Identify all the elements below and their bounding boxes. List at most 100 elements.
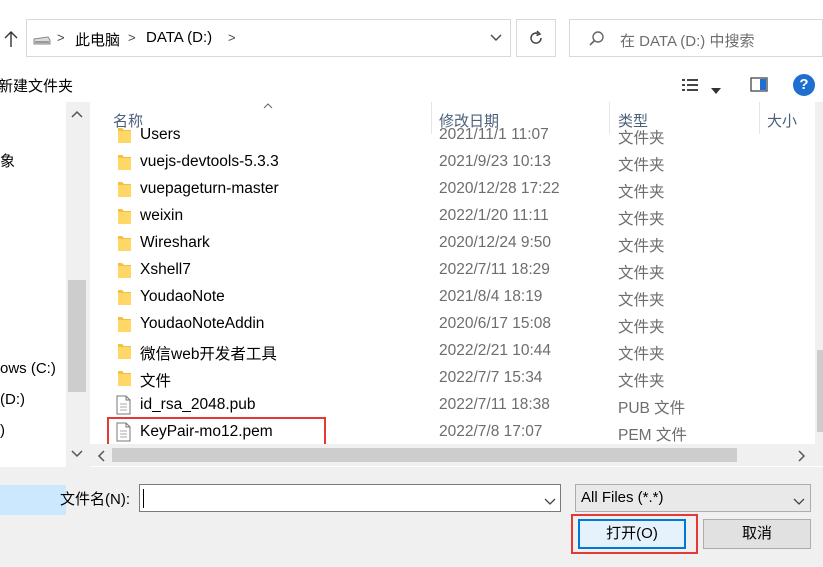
file-type: 文件夹 xyxy=(618,346,665,363)
view-dropdown-icon[interactable] xyxy=(711,81,721,98)
file-date: 2022/2/21 10:44 xyxy=(439,342,552,359)
file-type: 文件夹 xyxy=(618,292,665,309)
file-name: vuejs-devtools-5.3.3 xyxy=(140,153,279,170)
address-box[interactable]: > 此电脑 > DATA (D:) > xyxy=(26,19,511,57)
nav-scroll-thumb[interactable] xyxy=(68,280,86,392)
chevron-right-icon: > xyxy=(57,30,65,45)
scroll-down-icon[interactable] xyxy=(71,450,83,458)
folder-icon xyxy=(118,127,131,143)
file-name: weixin xyxy=(140,207,184,224)
file-type: 文件夹 xyxy=(618,265,665,282)
file-row[interactable]: YoudaoNote 2021/8/4 18:19 文件夹 xyxy=(90,284,823,311)
file-type: 文件夹 xyxy=(618,373,665,390)
refresh-icon xyxy=(530,30,542,44)
folder-icon xyxy=(118,316,131,332)
file-type-filter-value: All Files (*.*) xyxy=(581,489,664,506)
file-name: id_rsa_2048.pub xyxy=(140,396,256,413)
file-row[interactable]: YoudaoNoteAddin 2020/6/17 15:08 文件夹 xyxy=(90,311,823,338)
file-date: 2022/7/7 15:34 xyxy=(439,369,543,386)
file-type: 文件夹 xyxy=(618,157,665,174)
file-type: 文件夹 xyxy=(618,319,665,336)
file-name: 文件 xyxy=(140,373,172,390)
file-row[interactable]: id_rsa_2048.pub 2022/7/11 18:38 PUB 文件 xyxy=(90,392,823,419)
file-name: YoudaoNote xyxy=(140,288,225,305)
file-date: 2020/12/28 17:22 xyxy=(439,180,560,197)
folder-icon xyxy=(118,235,131,251)
nav-item-data-d[interactable]: (D:) xyxy=(0,391,25,408)
file-date: 2021/11/1 11:07 xyxy=(439,126,549,143)
folder-icon xyxy=(118,154,131,170)
file-type: PUB 文件 xyxy=(618,400,686,417)
file-date: 2022/7/8 17:07 xyxy=(439,423,543,440)
file-row[interactable]: 微信web开发者工具 2022/2/21 10:44 文件夹 xyxy=(90,338,823,365)
chevron-down-icon[interactable] xyxy=(490,29,502,46)
nav-item-objects[interactable]: 象 xyxy=(0,150,15,171)
breadcrumb-data-drive[interactable]: DATA (D:) xyxy=(146,29,212,46)
list-vertical-scroll-thumb[interactable] xyxy=(817,350,823,432)
scroll-right-icon[interactable] xyxy=(798,450,806,462)
document-icon xyxy=(116,395,131,419)
chevron-down-icon[interactable] xyxy=(793,493,805,510)
file-name: Xshell7 xyxy=(140,261,191,278)
file-date: 2022/1/20 11:11 xyxy=(439,207,549,224)
file-name: vuepageturn-master xyxy=(140,180,279,197)
file-type-filter[interactable]: All Files (*.*) xyxy=(575,484,811,512)
file-row[interactable]: vuepageturn-master 2020/12/28 17:22 文件夹 xyxy=(90,176,823,203)
scroll-up-icon[interactable] xyxy=(71,110,83,118)
file-date: 2022/7/11 18:38 xyxy=(439,396,550,413)
preview-pane-icon[interactable] xyxy=(750,77,768,97)
nav-item-windows-c[interactable]: ows (C:) xyxy=(0,360,56,377)
search-placeholder: 在 DATA (D:) 中搜索 xyxy=(620,33,755,50)
file-type: 文件夹 xyxy=(618,130,665,147)
file-row[interactable]: 文件 2022/7/7 15:34 文件夹 xyxy=(90,365,823,392)
scroll-left-icon[interactable] xyxy=(97,450,105,462)
chevron-down-icon[interactable] xyxy=(544,493,556,510)
text-caret xyxy=(143,489,144,508)
file-type: 文件夹 xyxy=(618,238,665,255)
chevron-right-icon: > xyxy=(228,30,236,45)
file-type: 文件夹 xyxy=(618,184,665,201)
toolbar: 新建文件夹 ? xyxy=(0,72,823,102)
file-row[interactable]: Users 2021/11/1 11:07 文件夹 xyxy=(90,122,823,149)
file-name: Users xyxy=(140,126,181,143)
file-name: 微信web开发者工具 xyxy=(140,346,277,363)
file-type: 文件夹 xyxy=(618,211,665,228)
help-icon[interactable]: ? xyxy=(793,74,815,96)
file-date: 2020/12/24 9:50 xyxy=(439,234,552,251)
open-button[interactable]: 打开(O) xyxy=(578,519,686,549)
nav-item-drive[interactable]: ) xyxy=(0,422,5,439)
up-button[interactable] xyxy=(0,24,22,54)
sort-ascending-icon xyxy=(263,103,273,109)
search-icon xyxy=(588,30,606,52)
view-details-icon[interactable] xyxy=(681,77,699,97)
horizontal-scroll-thumb[interactable] xyxy=(112,448,737,462)
folder-icon xyxy=(118,370,131,386)
filename-input[interactable] xyxy=(139,484,561,512)
file-date: 2021/8/4 18:19 xyxy=(439,288,543,305)
filename-label: 文件名(N): xyxy=(60,491,130,508)
file-date: 2020/6/17 15:08 xyxy=(439,315,552,332)
file-row[interactable]: Xshell7 2022/7/11 18:29 文件夹 xyxy=(90,257,823,284)
file-row[interactable]: vuejs-devtools-5.3.3 2021/9/23 10:13 文件夹 xyxy=(90,149,823,176)
drive-icon xyxy=(32,33,52,50)
folder-icon xyxy=(118,208,131,224)
file-name: YoudaoNoteAddin xyxy=(140,315,265,332)
new-folder-button[interactable]: 新建文件夹 xyxy=(0,75,73,96)
breadcrumb-this-pc[interactable]: 此电脑 xyxy=(75,29,120,50)
refresh-button[interactable] xyxy=(516,19,556,57)
file-row[interactable]: Wireshark 2020/12/24 9:50 文件夹 xyxy=(90,230,823,257)
folder-icon xyxy=(118,343,131,359)
arrow-up-icon xyxy=(4,31,18,47)
chevron-right-icon: > xyxy=(128,30,136,45)
folder-icon xyxy=(118,181,131,197)
file-open-dialog: > 此电脑 > DATA (D:) > 在 DATA (D:) 中搜索 新建文件… xyxy=(0,0,823,567)
nav-selection-highlight xyxy=(0,485,66,515)
cancel-button[interactable]: 取消 xyxy=(703,519,811,549)
file-date: 2021/9/23 10:13 xyxy=(439,153,552,170)
file-date: 2022/7/11 18:29 xyxy=(439,261,550,278)
file-list: 名称 修改日期 类型 大小 Users 2021/11/1 11:07 文件夹 vue… xyxy=(90,102,823,467)
list-horizontal-scrollbar[interactable] xyxy=(90,444,823,466)
search-box[interactable]: 在 DATA (D:) 中搜索 xyxy=(569,19,823,57)
file-name: Wireshark xyxy=(140,234,210,251)
file-row[interactable]: weixin 2022/1/20 11:11 文件夹 xyxy=(90,203,823,230)
